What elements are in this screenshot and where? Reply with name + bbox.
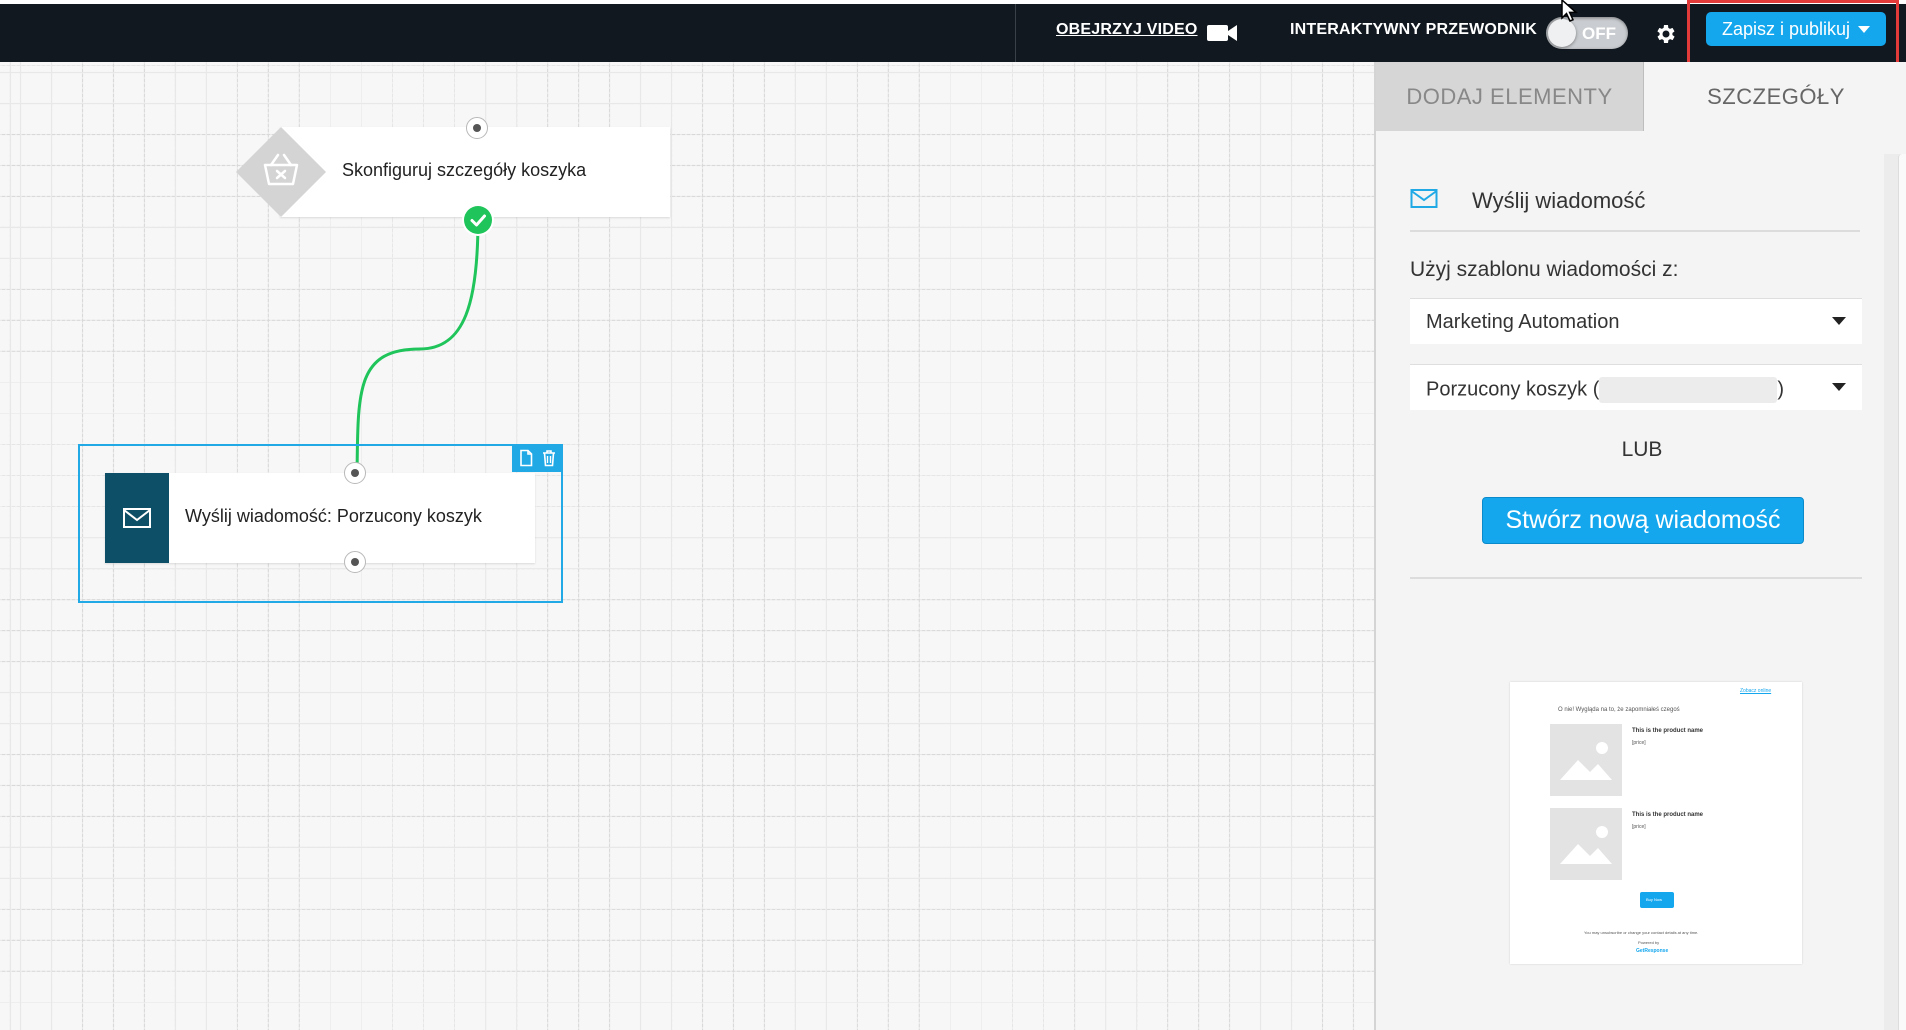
template-source-select[interactable]: Marketing Automation <box>1410 298 1862 344</box>
save-and-publish-button[interactable]: Zapisz i publikuj <box>1706 12 1886 46</box>
product-image-placeholder <box>1550 724 1622 796</box>
preview-top-link: Zobacz online <box>1740 688 1772 694</box>
preview-product-name: This is the product name <box>1632 812 1704 818</box>
toolbar-divider <box>1015 4 1016 62</box>
tab-details[interactable]: SZCZEGÓŁY <box>1644 62 1906 131</box>
preview-heading: O nie! Wygląda na to, że zapomniałeś cze… <box>1558 707 1680 713</box>
details-panel: DODAJ ELEMENTY SZCZEGÓŁY Wyślij wiadomoś… <box>1374 62 1906 1030</box>
preview-product-name: This is the product name <box>1632 728 1704 734</box>
preview-price: [price] <box>1632 740 1646 746</box>
section-title: Wyślij wiadomość <box>1472 188 1646 213</box>
create-new-message-button[interactable]: Stwórz nową wiadomość <box>1482 497 1804 544</box>
message-preview[interactable]: Zobacz online O nie! Wygląda na to, że z… <box>1510 682 1802 964</box>
preview-buy-button: Buy Now <box>1640 892 1674 908</box>
mouse-cursor-icon <box>1561 0 1578 22</box>
interactive-guide-label: INTERAKTYWNY PRZEWODNIK <box>1290 21 1537 38</box>
send-message-node[interactable]: Wyślij wiadomość: Porzucony koszyk <box>105 473 535 563</box>
trash-icon[interactable] <box>541 449 557 467</box>
basket-icon <box>236 127 326 217</box>
checkmark-icon[interactable] <box>464 206 492 234</box>
preview-brand: GetResponse <box>1636 948 1669 954</box>
message-select-prefix: Porzucony koszyk ( <box>1426 378 1600 401</box>
node-icon-block <box>105 473 169 563</box>
envelope-icon <box>123 508 151 528</box>
select-value: Porzucony koszyk () <box>1426 377 1784 403</box>
chevron-down-icon <box>1858 25 1871 33</box>
top-toolbar: OBEJRZYJ VIDEO INTERAKTYWNY PRZEWODNIK O… <box>0 4 1906 62</box>
select-value: Marketing Automation <box>1426 311 1620 333</box>
node-label: Wyślij wiadomość: Porzucony koszyk <box>185 506 482 526</box>
node-label: Skonfiguruj szczegóły koszyka <box>342 160 587 180</box>
redacted-text <box>1599 377 1778 403</box>
workflow-canvas[interactable]: Skonfiguruj szczegóły koszyka Wyślij wia… <box>0 62 1374 1030</box>
or-label: LUB <box>1621 438 1663 461</box>
panel-scrollbar[interactable] <box>1884 154 1906 1030</box>
watch-video-link[interactable]: OBEJRZYJ VIDEO <box>1056 21 1198 39</box>
message-select-suffix: ) <box>1777 378 1785 401</box>
message-select[interactable]: Porzucony koszyk () <box>1410 364 1862 410</box>
preview-footer: You may unsubscribe or change your conta… <box>1584 930 1699 935</box>
preview-price: [price] <box>1632 824 1646 830</box>
section-header: Wyślij wiadomość <box>1410 182 1860 232</box>
tab-add-elements[interactable]: DODAJ ELEMENTY <box>1376 62 1644 131</box>
node-input-port[interactable] <box>466 117 488 139</box>
preview-powered-by: Powered by <box>1638 940 1660 945</box>
node-output-port[interactable] <box>344 551 366 573</box>
node-input-port[interactable] <box>344 462 366 484</box>
scrollbar-thumb[interactable] <box>1898 154 1906 1030</box>
section-divider <box>1410 577 1862 579</box>
copy-icon[interactable] <box>518 449 534 467</box>
chevron-down-icon <box>1832 317 1846 325</box>
image-icon <box>1560 826 1612 864</box>
product-image-placeholder <box>1550 808 1622 880</box>
video-camera-icon[interactable] <box>1206 22 1238 44</box>
interactive-guide-toggle[interactable]: OFF <box>1546 17 1628 49</box>
envelope-icon <box>1410 189 1438 208</box>
preview-cta-label: Buy Now <box>1646 897 1663 902</box>
image-icon <box>1560 742 1612 780</box>
publish-button-label: Zapisz i publikuj <box>1721 18 1851 39</box>
gear-icon[interactable] <box>1654 22 1678 46</box>
template-source-label: Użyj szablonu wiadomości z: <box>1410 258 1679 281</box>
toggle-state: OFF <box>1582 24 1616 43</box>
chevron-down-icon <box>1832 383 1846 391</box>
cart-config-node[interactable]: Skonfiguruj szczegóły koszyka <box>236 127 670 217</box>
node-tools <box>512 444 563 472</box>
